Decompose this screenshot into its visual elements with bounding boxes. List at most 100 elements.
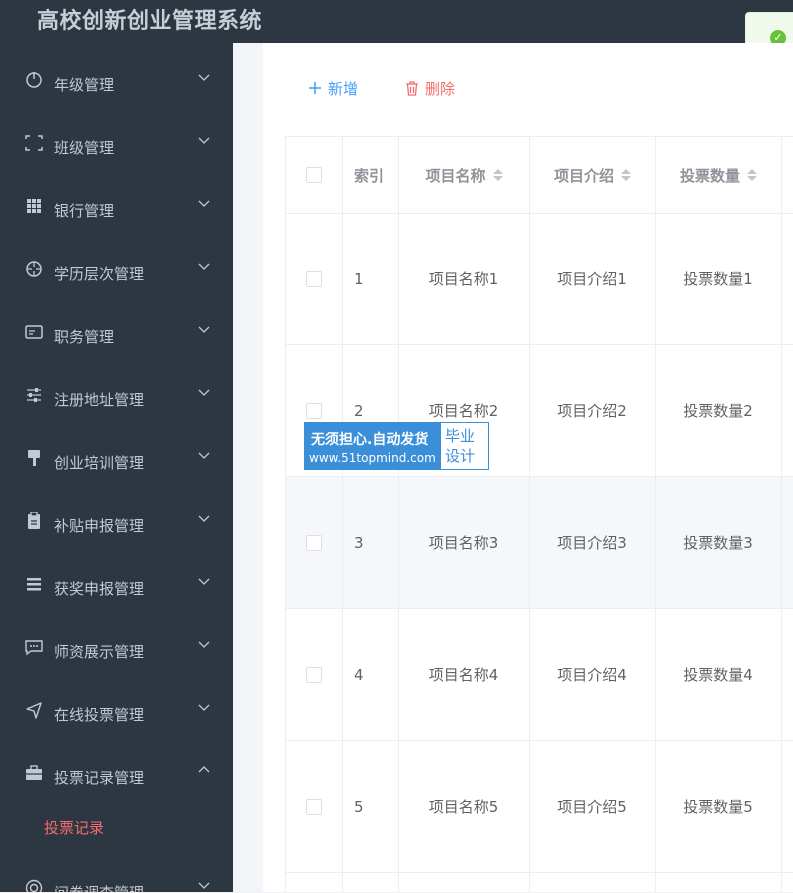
header-select-cell [286,137,343,213]
sidebar-item-class[interactable]: 班级管理 [0,111,233,174]
sidebar-item-label: 投票记录管理 [54,769,145,787]
submenu-item-voting-record[interactable]: 投票记录 [0,810,233,850]
chevron-down-icon [198,389,210,396]
header-label: 项目名称 [425,166,486,185]
top-bar: 高校创新创业管理系统 [0,0,793,43]
chevron-down-icon [198,515,210,522]
header-project-name[interactable]: 项目名称 [398,137,530,213]
sidebar-item-label: 获奖申报管理 [54,580,145,598]
sidebar-item-faculty-display[interactable]: 师资展示管理 [0,615,233,678]
header-label: 投票数量 [679,166,740,185]
sidebar-item-label: 师资展示管理 [54,643,145,661]
project-name-cell: 项目名称1 [398,213,530,344]
chevron-down-icon [198,263,210,270]
delete-button-label: 删除 [425,79,456,98]
sidebar-item-voting-records[interactable]: 投票记录管理 [0,741,233,804]
table-row: 3 项目名称3 项目介绍3 投票数量3 [286,477,793,609]
card-icon [25,325,43,339]
sidebar-item-online-voting[interactable]: 在线投票管理 [0,678,233,741]
grid-icon [27,199,41,213]
watermark-left: 无须担心.自动发货 www.51topmind.com [305,423,441,469]
plus-icon [309,82,321,94]
index-cell: 3 [342,477,399,608]
sidebar-item-label: 注册地址管理 [54,391,145,409]
add-button[interactable]: 新增 [308,78,358,98]
sort-icon[interactable] [621,169,631,181]
sidebar-item-label: 班级管理 [54,139,115,157]
index-cell: 5 [342,741,399,872]
sidebar-item-position[interactable]: 职务管理 [0,300,233,363]
sort-icon[interactable] [747,169,757,181]
project-name-cell: 项目名称3 [398,477,530,608]
watermark-right-bottom: 设计 [445,447,476,465]
header-index: 索引 [342,137,399,213]
sidebar-item-grade[interactable]: 年级管理 [0,48,233,111]
sidebar-item-survey[interactable]: 问卷调查管理 [0,856,233,892]
header-vote-count[interactable]: 投票数量 [655,137,782,213]
project-intro-cell: 项目介绍3 [529,477,656,608]
chevron-down-icon [198,641,210,648]
list-icon [27,578,41,591]
vote-count-cell: 投票数量5 [655,741,782,872]
chevron-down-icon [198,704,210,711]
vote-count-cell [655,873,782,893]
power-icon [26,72,42,88]
sidebar-item-registered-address[interactable]: 注册地址管理 [0,363,233,426]
chevron-down-icon [198,578,210,585]
sliders-icon [27,388,41,402]
target-icon [25,879,43,892]
sidebar-item-subsidy-application[interactable]: 补贴申报管理 [0,489,233,552]
project-name-cell: 项目名称4 [398,609,530,740]
crosshair-icon [26,261,42,277]
chevron-up-icon [198,766,210,773]
delete-button[interactable]: 删除 [405,78,455,98]
project-intro-cell: 项目介绍1 [529,213,656,344]
project-name-cell [398,873,530,893]
brush-icon [28,450,40,466]
index-cell: 1 [342,213,399,344]
select-cell [286,741,343,872]
vote-count-cell: 投票数量4 [655,609,782,740]
chevron-down-icon [198,452,210,459]
project-name-cell: 项目名称5 [398,741,530,872]
sidebar-item-label: 银行管理 [54,202,115,220]
header-label: 项目介绍 [553,166,614,185]
header-project-intro[interactable]: 项目介绍 [529,137,656,213]
trash-icon [406,80,418,96]
row-checkbox[interactable] [306,798,322,815]
row-checkbox[interactable] [306,402,322,419]
submenu-item-label: 投票记录 [44,819,105,837]
chat-icon [25,640,43,656]
project-intro-cell: 项目介绍2 [529,345,656,476]
table-header: 索引 项目名称 项目介绍 投票数量 [286,137,793,214]
select-cell [286,213,343,344]
clipboard-icon [28,512,40,529]
project-intro-cell: 项目介绍4 [529,609,656,740]
project-intro-cell [529,873,656,893]
select-cell [286,609,343,740]
watermark-badge: 无须担心.自动发货 www.51topmind.com 毕业 设计 [304,422,489,470]
chevron-down-icon [198,326,210,333]
sidebar-item-label: 创业培训管理 [54,454,145,472]
watermark-line2: www.51topmind.com [309,451,436,465]
row-checkbox[interactable] [306,666,322,683]
vote-count-cell: 投票数量3 [655,477,782,608]
vote-count-cell: 投票数量1 [655,213,782,344]
row-checkbox[interactable] [306,270,322,287]
table-row [286,873,793,893]
sidebar-item-award-application[interactable]: 获奖申报管理 [0,552,233,615]
app-title: 高校创新创业管理系统 [37,9,263,34]
sidebar-item-label: 在线投票管理 [54,706,145,724]
sort-icon[interactable] [492,169,503,181]
sidebar-item-label: 问卷调查管理 [54,882,144,892]
sidebar-item-business-training[interactable]: 创业培训管理 [0,426,233,489]
chevron-down-icon [198,137,210,144]
select-cell [286,873,343,893]
select-all-checkbox[interactable] [306,167,322,183]
row-checkbox[interactable] [306,534,322,551]
vote-count-cell: 投票数量2 [655,345,782,476]
sidebar-item-education-level[interactable]: 学历层次管理 [0,237,233,300]
select-cell [286,477,343,608]
sidebar: 年级管理 班级管理 银行管理 学历层次管理 职务管理 注册地址管理 创业培训管理… [0,43,233,892]
sidebar-item-bank[interactable]: 银行管理 [0,174,233,237]
